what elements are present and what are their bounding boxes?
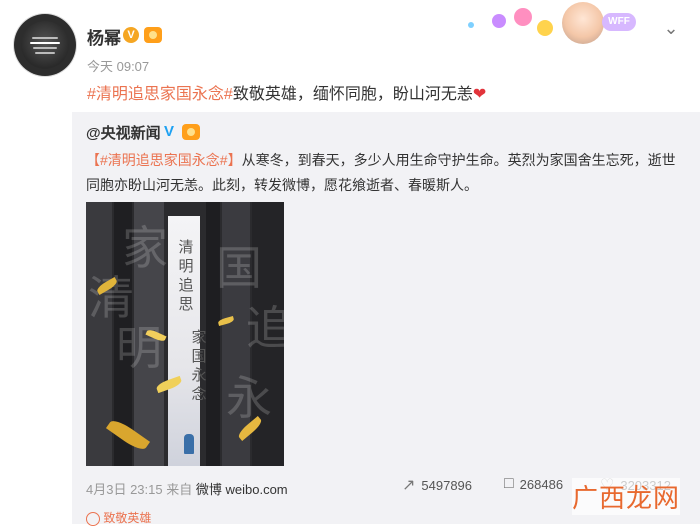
poster-title-2: 家国永念	[191, 328, 207, 403]
share-icon: ↗	[402, 477, 416, 494]
poster-bg-char: 追	[246, 301, 284, 355]
repost-source[interactable]: 微博 weibo.com	[196, 482, 288, 497]
tag-icon	[86, 511, 100, 526]
share-count: 5497896	[421, 477, 473, 493]
decoration-face-icon	[562, 2, 604, 44]
comment-count: 268486	[519, 476, 564, 492]
sub-tag[interactable]: 致敬英雄	[86, 509, 151, 526]
avatar[interactable]	[14, 14, 76, 76]
comment-stat[interactable]: □ 268486	[504, 475, 563, 493]
repost-vip-icon	[182, 124, 200, 140]
heart-icon: ❤	[472, 86, 487, 103]
decoration-badge: WFF	[602, 13, 636, 31]
repost-card: @央视新闻 V 【#清明追思家国永念#】从寒冬，到春天，多少人用生命守护生命。英…	[72, 112, 700, 524]
post-hashtag[interactable]: #清明追思家国永念#	[87, 86, 233, 103]
poster-bg-char: 永	[226, 371, 272, 425]
repost-author[interactable]: @央视新闻	[86, 122, 161, 143]
repost-meta: 4月3日 23:15 来自 微博 weibo.com	[86, 479, 288, 498]
vip-badge-icon	[144, 27, 162, 43]
post-body: 致敬英雄，缅怀同胞，盼山河无恙	[232, 86, 473, 103]
repost-image[interactable]: 家 清 明 国 追 永 清明追思 家国永念	[86, 202, 284, 466]
chevron-down-icon[interactable]: ⌄	[660, 17, 682, 39]
post-time[interactable]: 今天 09:07	[87, 56, 149, 75]
repost-date[interactable]: 4月3日 23:15	[86, 482, 163, 497]
comment-icon: □	[504, 475, 514, 492]
poster-title-1: 清明追思	[178, 238, 194, 313]
repost-text: 【#清明追思家国永念#】从寒冬，到春天，多少人用生命守护生命。英烈为家国舍生忘死…	[86, 148, 688, 198]
poster-bg-char: 明	[116, 321, 162, 375]
post-text: #清明追思家国永念#致敬英雄，缅怀同胞，盼山河无恙❤	[87, 80, 486, 104]
repost-hashtag[interactable]: 【#清明追思家国永念#】	[86, 152, 242, 168]
card-decoration: WFF	[462, 2, 642, 46]
watermark: 广西龙网	[572, 478, 681, 515]
avatar-image	[21, 21, 69, 69]
poster-bg-char: 国	[216, 241, 262, 295]
poster-figure	[184, 434, 194, 454]
sub-tag-label: 致敬英雄	[103, 511, 152, 525]
blue-verified-icon: V	[164, 123, 175, 140]
verified-badge-icon: V	[123, 27, 139, 43]
author-name[interactable]: 杨幂	[87, 24, 121, 49]
share-stat[interactable]: ↗ 5497896	[402, 475, 472, 495]
source-prefix: 来自	[166, 482, 193, 497]
